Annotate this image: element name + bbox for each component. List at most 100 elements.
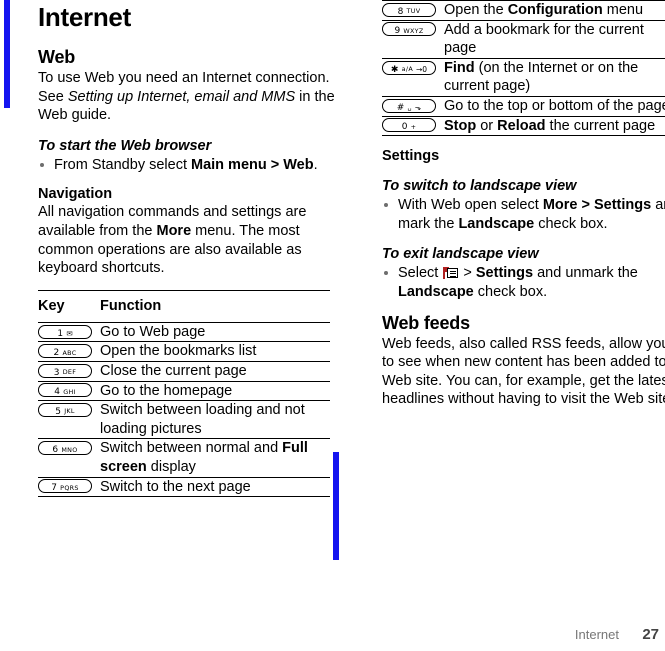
footer-page-number: 27 xyxy=(642,626,659,643)
key-cell: 5 JKL xyxy=(38,400,100,440)
keycap-number: 5 xyxy=(55,406,62,417)
task-heading-exit-landscape: To exit landscape view xyxy=(382,246,539,263)
subsection-title-settings: Settings xyxy=(382,148,440,165)
step-part-a: Select xyxy=(398,265,443,282)
fn-text-bold: Reload xyxy=(497,117,546,134)
keycap-number: 7 xyxy=(51,483,58,494)
fn-text: Go to the homepage xyxy=(100,382,233,399)
fn-text: Open the xyxy=(444,2,508,18)
navigation-paragraph: All navigation commands and settings are… xyxy=(38,203,338,277)
steps-start-browser: From Standby select Main menu > Web. xyxy=(38,156,338,175)
keycap-letters: MNO xyxy=(61,445,78,454)
phone-key-4-icon: 4 GHI xyxy=(38,383,92,398)
task-heading-switch-landscape: To switch to landscape view xyxy=(382,178,577,195)
step-part-e-bold: Landscape xyxy=(398,283,474,300)
task-heading-start-browser: To start the Web browser xyxy=(38,137,212,154)
key-cell: 6 MNO xyxy=(38,438,100,478)
keycap-number: 4 xyxy=(54,387,61,398)
keycap-letters: TUV xyxy=(406,7,421,16)
subsection-title-navigation: Navigation xyxy=(38,186,113,203)
step-part-d-bold: Landscape xyxy=(458,215,535,232)
key-shortcuts-table-part1: Key Function 1 ✉ Go to Web page 2 ABC Open th… xyxy=(38,289,330,498)
web-intro-paragraph: To use Web you need an Internet connecti… xyxy=(38,69,338,125)
keycap-letters: a/A xyxy=(401,65,414,74)
keycap-number: 2 xyxy=(53,348,60,359)
keycap-number: 1 xyxy=(57,328,64,339)
keycap-glyph-icon: ⬎ xyxy=(414,102,422,112)
key-shortcuts-table-part2: 8 TUV Open the Configuration menu 9 WXYZ Add … xyxy=(382,0,665,137)
phone-key-8-icon: 8 TUV xyxy=(382,2,436,17)
footer-section-name: Internet xyxy=(574,627,619,642)
function-cell: Open the bookmarks list xyxy=(100,341,330,362)
function-cell: Go to the homepage xyxy=(100,381,330,402)
function-cell: Close the current page xyxy=(100,361,330,382)
keycap-number: 8 xyxy=(397,6,404,17)
step-part-a: With Web open select xyxy=(398,197,543,214)
fn-text: or xyxy=(476,117,498,134)
table-row: 6 MNO Switch between normal and Full scree… xyxy=(38,438,330,478)
column-header-key: Key xyxy=(38,289,100,323)
keycap-letters: ␣ xyxy=(407,103,412,112)
keycap-letters: PQRS xyxy=(60,483,79,492)
keycap-letters: GHI xyxy=(63,387,76,396)
phone-key-#-icon: # ␣ ⬎ xyxy=(382,98,436,113)
step-item: With Web open select More > Settings and… xyxy=(382,196,665,233)
fn-text: Go to Web page xyxy=(100,323,206,340)
function-cell: Go to the top or bottom of the page xyxy=(444,96,665,117)
key-cell: 1 ✉ xyxy=(38,321,100,343)
fn-text: Open the bookmarks list xyxy=(100,343,257,360)
key-cell: 0 + xyxy=(382,116,444,137)
step-part-b-bold: More > Settings xyxy=(542,197,652,214)
function-cell: Go to Web page xyxy=(100,321,330,343)
bullet-dot-icon xyxy=(384,203,388,208)
step-item: Select > Settings and unmark the Landsca… xyxy=(382,264,665,301)
page-footer: Internet 27 xyxy=(575,626,659,643)
table-row: ✱ a/A →0 Find (on the Internet or on the cu… xyxy=(382,58,665,97)
keycap-number: # xyxy=(396,102,405,113)
table-row: 7 PQRS Switch to the next page xyxy=(38,477,330,498)
left-column: Internet Web To use Web you need an Inte… xyxy=(38,0,338,498)
function-cell: Stop or Reload the current page xyxy=(444,116,665,137)
phone-key-9-icon: 9 WXYZ xyxy=(382,22,436,37)
fn-text: menu xyxy=(602,2,644,18)
fn-text: the current page xyxy=(545,117,656,134)
phone-key-7-icon: 7 PQRS xyxy=(38,479,92,494)
key-cell: 2 ABC xyxy=(38,341,100,362)
table-row: 0 + Stop or Reload the current page xyxy=(382,116,665,137)
fn-text: Switch between loading and not loading p… xyxy=(100,402,305,437)
manual-page: Internet Web To use Web you need an Inte… xyxy=(0,0,665,651)
phone-key-3-icon: 3 DEF xyxy=(38,363,92,378)
fn-text: Switch to the next page xyxy=(100,478,251,495)
keycap-letters: DEF xyxy=(62,368,77,377)
section-title-web-feeds: Web feeds xyxy=(382,312,470,333)
function-cell: Switch to the next page xyxy=(100,477,330,498)
fn-text-bold: Find xyxy=(444,59,475,76)
step-part-a: From Standby select xyxy=(54,156,191,173)
blue-margin-rule-left xyxy=(4,0,10,108)
keycap-glyph-icon: ✉ xyxy=(66,328,73,338)
key-cell: 9 WXYZ xyxy=(382,20,444,59)
table-row: 8 TUV Open the Configuration menu xyxy=(382,0,665,21)
step-part-c: . xyxy=(313,156,318,173)
phone-key-1-icon: 1 ✉ xyxy=(38,324,92,339)
table-row: 3 DEF Close the current page xyxy=(38,361,330,382)
function-cell: Switch between loading and not loading p… xyxy=(100,400,330,440)
keycap-number: 3 xyxy=(53,367,60,378)
table-row: 4 GHI Go to the homepage xyxy=(38,381,330,402)
menu-icon-list xyxy=(447,268,459,279)
keycap-letters: + xyxy=(410,122,417,131)
key-cell: 7 PQRS xyxy=(38,477,100,498)
key-cell: # ␣ ⬎ xyxy=(382,96,444,117)
keycap-number: 0 xyxy=(401,122,408,133)
table-row: 2 ABC Open the bookmarks list xyxy=(38,341,330,362)
bullet-dot-icon xyxy=(40,162,44,167)
keycap-letters: ABC xyxy=(62,348,77,357)
fn-text: Switch between normal and xyxy=(100,440,283,457)
web-feeds-paragraph: Web feeds, also called RSS feeds, allow … xyxy=(382,335,665,408)
table-row: # ␣ ⬎ Go to the top or bottom of the page xyxy=(382,96,665,117)
steps-switch-landscape: With Web open select More > Settings and… xyxy=(382,196,665,233)
soft-key-menu-icon xyxy=(443,267,459,280)
chapter-title: Internet xyxy=(38,2,131,32)
table-header-row: Key Function xyxy=(38,289,330,323)
function-cell: Find (on the Internet or on the current … xyxy=(444,58,665,97)
